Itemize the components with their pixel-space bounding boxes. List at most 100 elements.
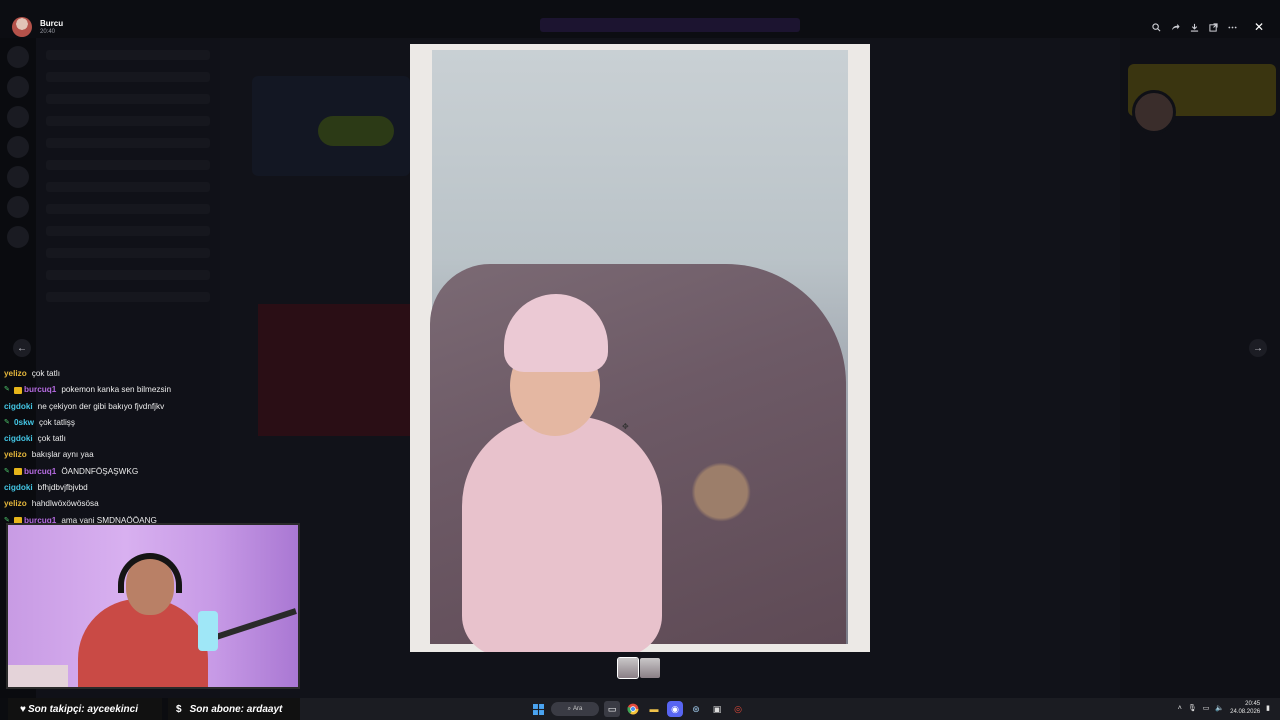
taskbar-apps: ⌕ Ara ▭ ▬ ◉ ⊛ ▣ ◎ xyxy=(530,701,746,717)
stream-chat-overlay: yelizo çok tatlı ✎ burcuq1 pokemon kanka sen… xyxy=(4,366,304,529)
chat-message-text: ÖANDNFÖŞAŞWKG xyxy=(61,466,139,476)
taskbar-clock[interactable]: 20:45 24.08.2026 xyxy=(1230,700,1260,716)
obs-icon[interactable]: ▣ xyxy=(709,701,725,717)
background-channel-row xyxy=(46,292,210,302)
chat-message: ✎ burcuq1 ÖANDNFÖŞAŞWKG xyxy=(4,464,304,480)
background-notice-bar xyxy=(540,18,800,32)
windows-start-icon[interactable] xyxy=(530,701,546,717)
chat-username[interactable]: burcuq1 xyxy=(24,464,56,480)
chat-message: yelizo çok tatlı xyxy=(4,366,304,382)
dollar-icon: $ xyxy=(176,703,182,715)
last-subscriber-label: Son abone: ardaayt xyxy=(189,703,283,715)
chat-username[interactable]: cigdoki xyxy=(4,431,33,447)
background-server xyxy=(7,196,29,218)
network-icon[interactable]: ▭ xyxy=(1203,704,1210,712)
next-image-button[interactable]: → xyxy=(1249,339,1267,357)
mouse-cursor-icon: ✥ xyxy=(622,422,629,431)
chat-message-text: pokemon kanka sen bilmezsin xyxy=(61,385,171,395)
chat-username[interactable]: yelizo xyxy=(4,496,27,512)
chat-message-text: ne çekiyon der gibi bakıyo fjvdnfjkv xyxy=(37,401,165,411)
background-profile-panel xyxy=(1120,38,1280,698)
notification-icon[interactable]: ▮ xyxy=(1266,704,1270,712)
last-subscriber-bar: $ Son abone: ardaayt xyxy=(168,698,300,720)
viewer-author: Burcu 20:40 xyxy=(12,17,63,37)
viewer-toolbar: ✕ xyxy=(1149,20,1266,34)
open-external-icon[interactable] xyxy=(1206,20,1220,34)
background-channel-row xyxy=(46,160,210,170)
task-view-icon[interactable]: ▭ xyxy=(604,701,620,717)
steam-icon[interactable]: ⊛ xyxy=(688,701,704,717)
image-thumbnail-strip xyxy=(617,657,660,679)
chat-username[interactable]: cigdoki xyxy=(4,480,33,496)
moderator-badge-icon: ✎ xyxy=(4,386,10,394)
download-icon[interactable] xyxy=(1187,20,1201,34)
chat-message: ✎ burcuq1 pokemon kanka sen bilmezsin xyxy=(4,382,304,398)
chat-message-text: hahdlwöxöwösösa xyxy=(31,499,99,509)
file-explorer-icon[interactable]: ▬ xyxy=(646,701,662,717)
photo-baby-body xyxy=(462,416,662,652)
volume-icon[interactable]: 🔈 xyxy=(1215,704,1224,712)
chrome-icon[interactable] xyxy=(625,701,641,717)
background-channel-row xyxy=(46,270,210,280)
microphone-tray-icon[interactable]: 🎙 xyxy=(1188,704,1197,712)
background-channel-row xyxy=(46,72,210,82)
background-server xyxy=(7,76,29,98)
chat-message-text: bfhjdbvjfbjvbd xyxy=(37,483,88,493)
clock-time: 20:45 xyxy=(1245,701,1261,707)
background-channel-row xyxy=(46,138,210,148)
microphone-icon xyxy=(198,611,218,651)
last-follower-label: Son takipçi: ayceekinci xyxy=(27,703,138,715)
background-channel-row xyxy=(46,94,210,104)
chat-message-text: çok tatlı xyxy=(31,369,60,378)
chat-message: yelizo bakışlar aynı yaa xyxy=(4,447,304,463)
subscriber-badge-icon xyxy=(14,468,22,476)
chat-message-text: bakışlar aynı yaa xyxy=(31,450,94,460)
chevron-up-icon[interactable]: ˄ xyxy=(1178,705,1182,712)
previous-image-button[interactable]: ← xyxy=(13,339,31,357)
heart-icon: ♥ xyxy=(20,703,26,715)
background-embed-pill xyxy=(318,116,394,146)
clock-date: 24.08.2026 xyxy=(1230,709,1261,715)
close-icon[interactable]: ✕ xyxy=(1252,20,1266,34)
system-tray: ˄ 🎙 ▭ 🔈 20:45 24.08.2026 ▮ xyxy=(1178,700,1270,716)
more-icon[interactable] xyxy=(1225,20,1239,34)
author-avatar xyxy=(12,17,32,37)
chat-username[interactable]: cigdoki xyxy=(4,399,33,415)
author-timestamp: 20:40 xyxy=(40,29,56,35)
chat-username[interactable]: 0skw xyxy=(14,415,34,431)
discord-icon[interactable]: ◉ xyxy=(667,701,683,717)
thumbnail-2[interactable] xyxy=(640,658,660,678)
background-channel-row xyxy=(46,226,210,236)
zoom-icon[interactable] xyxy=(1149,20,1163,34)
background-channel-row xyxy=(46,50,210,60)
chat-message-text: çok tatlişş xyxy=(39,417,75,427)
background-titlebar xyxy=(0,0,1280,38)
browser-icon[interactable]: ◎ xyxy=(730,701,746,717)
chat-message: cigdoki ne çekiyon der gibi bakıyo fjvdnf… xyxy=(4,399,304,415)
author-name: Burcu xyxy=(40,19,64,28)
chat-message: cigdoki çok tatlı xyxy=(4,431,304,447)
last-follower-bar: ♥ Son takipçi: ayceekinci xyxy=(8,698,162,720)
taskbar-search-label: Ara xyxy=(573,706,583,712)
subscriber-badge-icon xyxy=(14,386,22,394)
background-server xyxy=(7,226,29,248)
background-server xyxy=(7,46,29,68)
webcam-desk xyxy=(8,665,68,687)
chat-message: cigdoki bfhjdbvjfbjvbd xyxy=(4,480,304,496)
chat-username[interactable]: burcuq1 xyxy=(24,382,56,398)
chat-username[interactable]: yelizo xyxy=(4,447,27,463)
viewer-image[interactable] xyxy=(410,44,870,652)
taskbar-search[interactable]: ⌕ Ara xyxy=(551,702,599,716)
background-channel-row xyxy=(46,204,210,214)
chat-username[interactable]: yelizo xyxy=(4,366,27,382)
windows-taskbar: ⌕ Ara ▭ ▬ ◉ ⊛ ▣ ◎ ˄ 🎙 ▭ 🔈 20:45 24.08.20… xyxy=(300,698,1280,720)
moderator-badge-icon: ✎ xyxy=(4,467,10,475)
share-icon[interactable] xyxy=(1168,20,1182,34)
background-profile-avatar xyxy=(1132,90,1176,134)
search-icon: ⌕ xyxy=(567,705,572,712)
background-server xyxy=(7,136,29,158)
background-channel-row xyxy=(46,116,210,126)
background-server xyxy=(7,106,29,128)
thumbnail-1[interactable] xyxy=(617,657,639,679)
webcam-overlay xyxy=(6,523,300,689)
